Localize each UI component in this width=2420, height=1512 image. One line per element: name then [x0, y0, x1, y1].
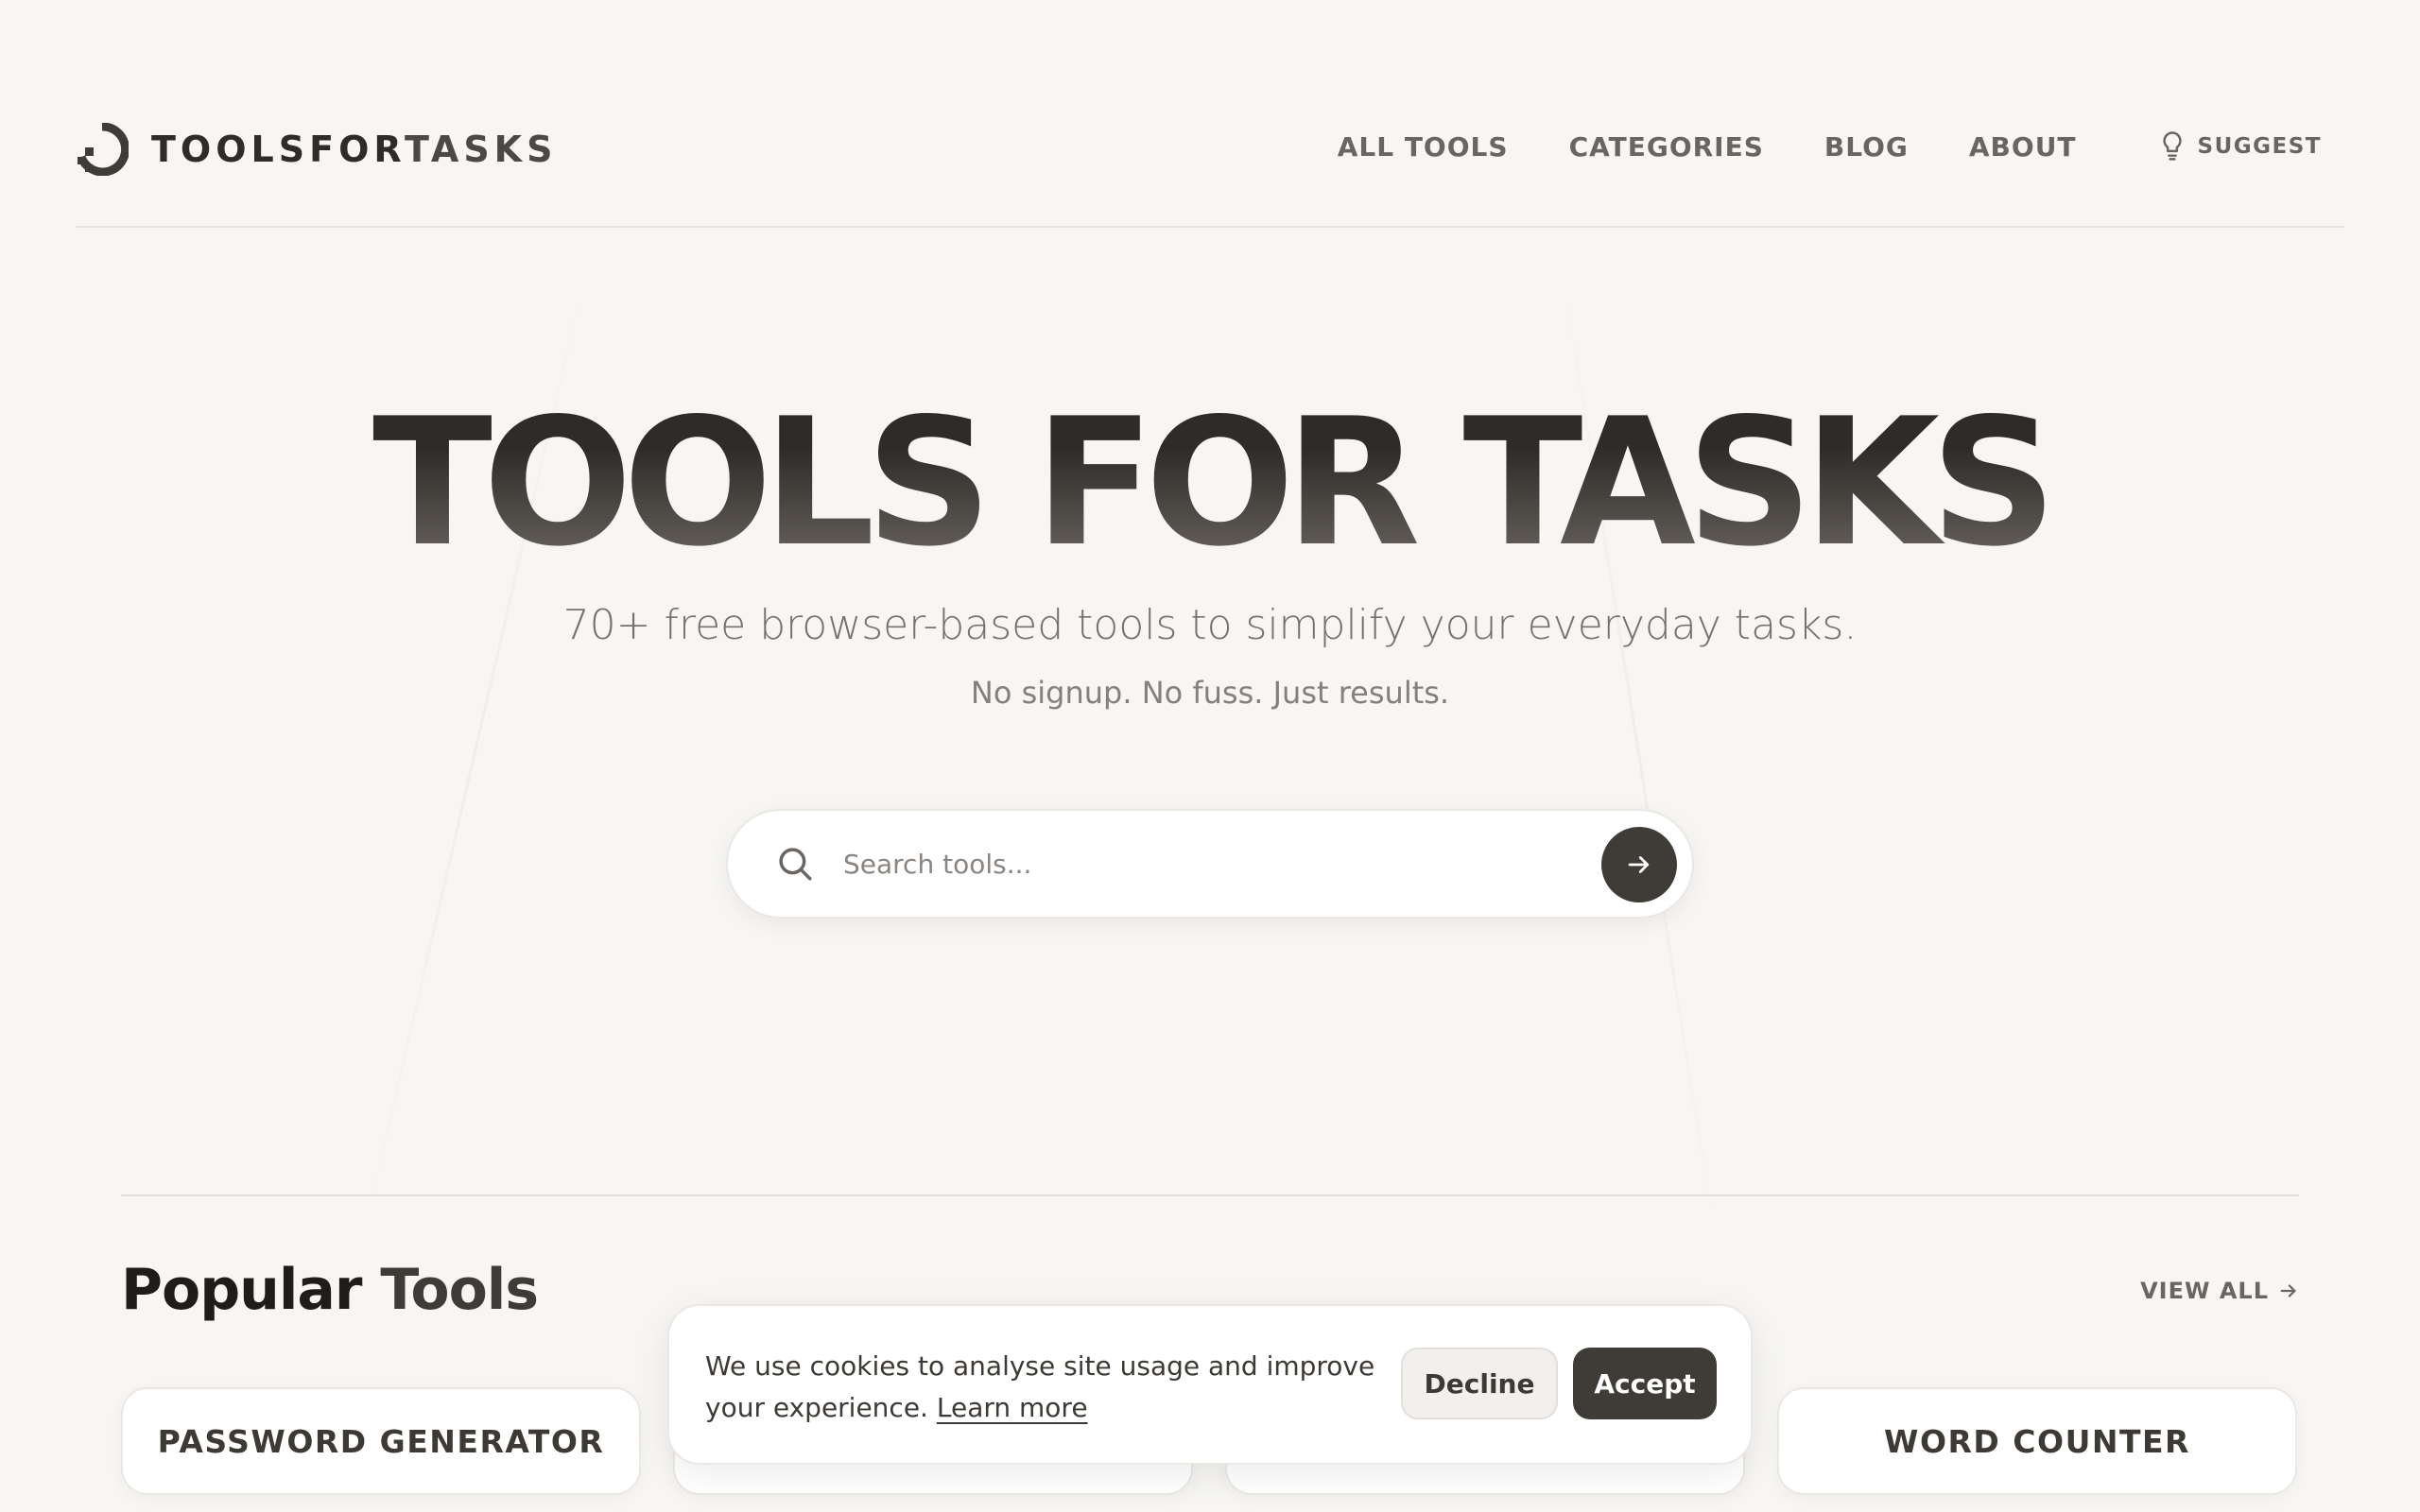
nav-item-categories[interactable]: CATEGORIES [1569, 131, 1764, 163]
arrow-right-icon [2280, 1284, 2296, 1297]
brand-logo[interactable]: TOOLSFORTASKS [76, 123, 558, 176]
site-header: TOOLSFORTASKS ALL TOOLS CATEGORIES BLOG … [76, 0, 2344, 228]
suggest-button[interactable]: SUGGEST [2158, 130, 2322, 163]
logo-mark-icon [77, 123, 129, 176]
suggest-label: SUGGEST [2197, 134, 2322, 159]
view-all-label: VIEW ALL [2140, 1278, 2269, 1304]
search-bar [726, 809, 1694, 919]
learn-more-link[interactable]: Learn more [937, 1392, 1088, 1423]
tool-card-password-generator[interactable]: PASSWORD GENERATOR [121, 1387, 641, 1495]
hero-subtitle: 70+ free browser-based tools to simplify… [562, 601, 1858, 649]
accept-button[interactable]: Accept [1573, 1348, 1717, 1419]
popular-title-main: Popular [121, 1257, 363, 1323]
lightbulb-icon [2162, 131, 2182, 161]
search-input[interactable] [843, 848, 1581, 880]
nav-item-blog[interactable]: BLOG [1824, 131, 1909, 163]
search-submit-button[interactable] [1601, 827, 1677, 902]
hero-title: TOOLS FOR TASKS [0, 395, 2420, 571]
decline-button[interactable]: Decline [1401, 1348, 1558, 1419]
popular-tools-title: Popular Tools [121, 1257, 539, 1323]
nav-item-about[interactable]: ABOUT [1969, 131, 2077, 163]
main-nav: ALL TOOLS CATEGORIES BLOG ABOUT SUGGEST [1277, 130, 2322, 163]
popular-title-accent: Tools [380, 1257, 539, 1323]
brand-name-light: TASKS [404, 129, 558, 170]
brand-name-bold: TOOLSFOR [151, 129, 405, 170]
hero-tagline: No signup. No fuss. Just results. [970, 675, 1450, 711]
tool-card-word-counter[interactable]: WORD COUNTER [1777, 1387, 2297, 1495]
nav-item-all-tools[interactable]: ALL TOOLS [1338, 131, 1509, 163]
arrow-right-icon [1628, 856, 1650, 873]
cookie-message: We use cookies to analyse site usage and… [705, 1346, 1405, 1429]
search-icon [779, 848, 812, 881]
section-divider [121, 1194, 2299, 1196]
view-all-link[interactable]: VIEW ALL [2140, 1278, 2299, 1304]
brand-name: TOOLSFORTASKS [151, 129, 558, 170]
cookie-banner: We use cookies to analyse site usage and… [667, 1304, 1753, 1465]
